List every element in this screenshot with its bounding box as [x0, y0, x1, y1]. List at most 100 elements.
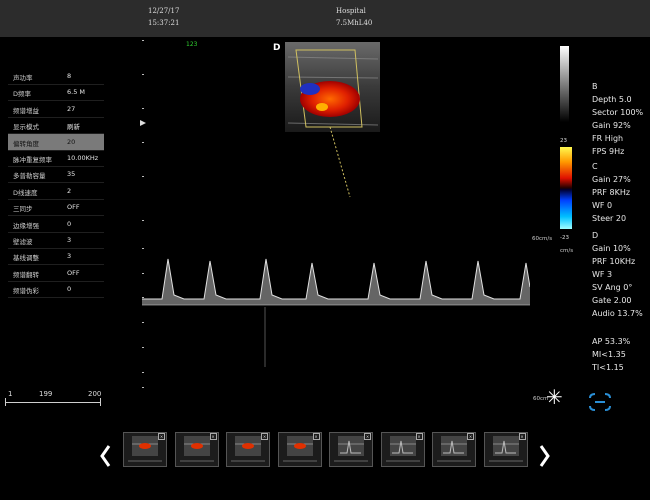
close-icon[interactable]: ×	[415, 433, 423, 440]
readout-line: FR High	[592, 134, 624, 143]
param-row[interactable]: 多普勒容量 35	[8, 166, 104, 184]
scroll-start-label: 1	[8, 390, 13, 398]
thumbnail-image[interactable]: ×	[174, 432, 219, 467]
chevron-left-icon[interactable]	[98, 440, 112, 470]
param-value: 6.5 M	[67, 88, 86, 97]
param-label: 基线调整	[13, 254, 39, 263]
cine-scrollbar[interactable]: 1 199 200	[5, 390, 101, 410]
close-icon[interactable]: ×	[312, 433, 320, 440]
close-icon[interactable]: ×	[158, 433, 165, 440]
scroll-end-label: 200	[88, 390, 102, 398]
thumbnail-image[interactable]: ×	[329, 432, 373, 467]
parameter-panel: 声功率 8 D频率 6.5 M 频谱增益 27 显示模式 刷新 偏转角度 20 脉冲重复频率 10.0…	[0, 66, 110, 316]
param-row[interactable]: 偏转角度 20	[8, 133, 104, 151]
close-icon[interactable]: ×	[364, 433, 371, 440]
param-row[interactable]: D线速度 2	[8, 183, 104, 200]
scroll-position-label: 199	[39, 390, 53, 398]
close-icon[interactable]: ×	[518, 433, 526, 440]
readout-line: D	[592, 231, 599, 240]
readout-line: SV Ang 0°	[592, 283, 633, 292]
readout-line: PRF 10KHz	[592, 257, 636, 266]
param-value: 2	[67, 186, 72, 195]
param-label: D频率	[13, 90, 32, 99]
param-row[interactable]: 三同步 OFF	[8, 199, 104, 217]
thumbnail-image[interactable]: ×	[432, 432, 476, 467]
ultrasound-image-area[interactable]: 123 D	[110, 37, 531, 427]
param-label: 声功率	[13, 74, 33, 82]
param-value: 刷新	[67, 123, 80, 132]
chevron-right-icon[interactable]	[538, 440, 552, 470]
param-label: 多普勒容量	[13, 172, 46, 181]
grayscale-bar	[560, 46, 569, 122]
param-row[interactable]: 显示模式 刷新	[8, 117, 104, 135]
cine-loop-icon[interactable]	[586, 392, 614, 412]
readout-line: AP 53.3%	[592, 337, 631, 346]
exam-date: 12/27/17	[148, 7, 180, 15]
param-row[interactable]: 频谱翻转 OFF	[8, 265, 104, 282]
param-value: 0	[67, 219, 72, 228]
param-row[interactable]: 基线调整 3	[8, 248, 104, 266]
readout-line: Gate 2.00	[592, 296, 632, 305]
thumbnail-image[interactable]: ×	[123, 432, 167, 467]
param-label: 显示模式	[13, 123, 39, 132]
thumbnail-image[interactable]: ×	[226, 432, 270, 467]
readout-line: MI<1.35	[592, 350, 626, 359]
close-icon[interactable]: ×	[209, 433, 217, 440]
probe-name: 7.5MhL40	[336, 19, 373, 27]
param-row[interactable]: 频谱增益 27	[8, 101, 104, 118]
param-value: 20	[67, 137, 76, 146]
thumbnail-image[interactable]: ×	[483, 432, 528, 467]
readout-line: TI<1.15	[592, 363, 624, 372]
param-value: 3	[67, 236, 72, 244]
param-value: 0	[67, 285, 72, 294]
readout-line: Gain 92%	[592, 121, 631, 130]
readout-line: B	[592, 82, 598, 91]
readout-line: Sector 100%	[592, 108, 644, 117]
velocity-scale-left: 60cm/s	[532, 236, 553, 242]
param-row[interactable]: D频率 6.5 M	[8, 84, 104, 102]
exam-time: 15:37:21	[148, 19, 180, 27]
param-value: OFF	[67, 203, 80, 212]
top-status-bar: 12/27/17 15:37:21 Hospital 7.5MhL40	[0, 0, 650, 37]
readout-line: WF 3	[592, 270, 613, 279]
param-label: D线速度	[13, 188, 38, 197]
param-row[interactable]: 频谱伪彩 0	[8, 281, 104, 299]
thumbnail-image[interactable]: ×	[277, 432, 322, 467]
readout-line: Gain 10%	[592, 244, 631, 253]
doppler-mode-marker: D	[273, 43, 281, 53]
param-value: 8	[67, 72, 72, 80]
readout-line: Audio 13.7%	[592, 309, 643, 318]
thumbnail-image[interactable]: ×	[380, 432, 425, 467]
scroll-track[interactable]	[5, 402, 101, 403]
param-label: 脉冲重复频率	[13, 156, 52, 164]
scroll-cap-left	[5, 398, 6, 406]
param-label: 频谱翻转	[13, 270, 39, 279]
readout-line: Depth 5.0	[592, 95, 632, 104]
readout-line: Steer 20	[592, 214, 627, 223]
param-label: 频谱伪彩	[13, 287, 39, 296]
param-row[interactable]: 脉冲重复频率 10.00KHz	[8, 150, 104, 167]
param-label: 三同步	[13, 205, 33, 214]
readout-line: Gain 27%	[592, 175, 631, 184]
param-row[interactable]: 边缘增强 0	[8, 216, 104, 233]
asterisk-icon[interactable]: ✳	[546, 387, 563, 407]
velocity-max-label: 23	[560, 138, 567, 144]
param-label: 壁滤波	[13, 238, 33, 246]
readout-line: C	[592, 162, 598, 171]
param-value: 10.00KHz	[67, 154, 99, 162]
param-value: OFF	[67, 268, 80, 277]
readout-line: PRF 8KHz	[592, 188, 631, 197]
readout-line: FPS 9Hz	[592, 147, 625, 156]
param-value: 27	[67, 104, 76, 113]
param-value: 35	[67, 170, 76, 179]
param-row[interactable]: 声功率 8	[8, 68, 104, 85]
readout-line: WF 0	[592, 201, 613, 210]
param-label: 频谱增益	[13, 106, 39, 115]
param-label: 边缘增强	[13, 221, 39, 230]
facility-name: Hospital	[336, 7, 366, 15]
param-row[interactable]: 壁滤波 3	[8, 232, 104, 249]
close-icon[interactable]: ×	[261, 433, 268, 440]
scroll-cap-right	[100, 398, 101, 406]
close-icon[interactable]: ×	[467, 433, 474, 440]
color-velocity-bar	[560, 147, 572, 229]
